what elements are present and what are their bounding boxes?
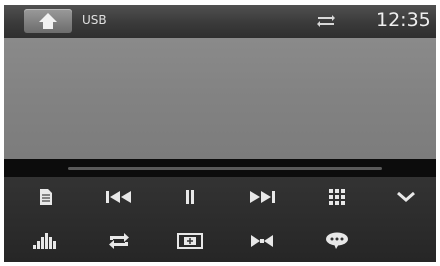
repeat-icon [109,233,129,249]
aspect-ratio-icon [177,233,203,249]
home-button[interactable] [24,9,72,33]
grid-menu-icon [329,189,345,205]
zoom-icon [251,235,273,247]
equalizer-icon [33,233,56,249]
status-bar: USB 12:35 [4,5,436,38]
menu-button[interactable] [309,179,365,215]
repeat-status-icon [317,15,335,27]
clock: 12:35 [376,9,431,31]
video-display[interactable] [4,38,436,159]
repeat-button[interactable] [91,223,147,259]
source-label: USB [82,13,107,27]
pause-icon [186,190,194,204]
chevron-down-icon [397,192,415,202]
subtitle-icon [326,232,348,249]
skip-previous-icon [106,191,131,203]
skip-next-icon [250,191,275,203]
aspect-ratio-button[interactable] [162,223,218,259]
file-list-button[interactable] [18,179,74,215]
home-icon [39,13,57,29]
file-list-icon [40,189,52,205]
device-screen: USB 12:35 [4,5,436,262]
equalizer-button[interactable] [18,223,74,259]
progress-track[interactable] [68,167,382,170]
subtitle-button[interactable] [309,223,365,259]
next-button[interactable] [234,179,290,215]
collapse-button[interactable] [378,179,434,215]
zoom-button[interactable] [234,223,290,259]
pause-button[interactable] [162,179,218,215]
control-panel [4,177,436,262]
previous-button[interactable] [91,179,147,215]
